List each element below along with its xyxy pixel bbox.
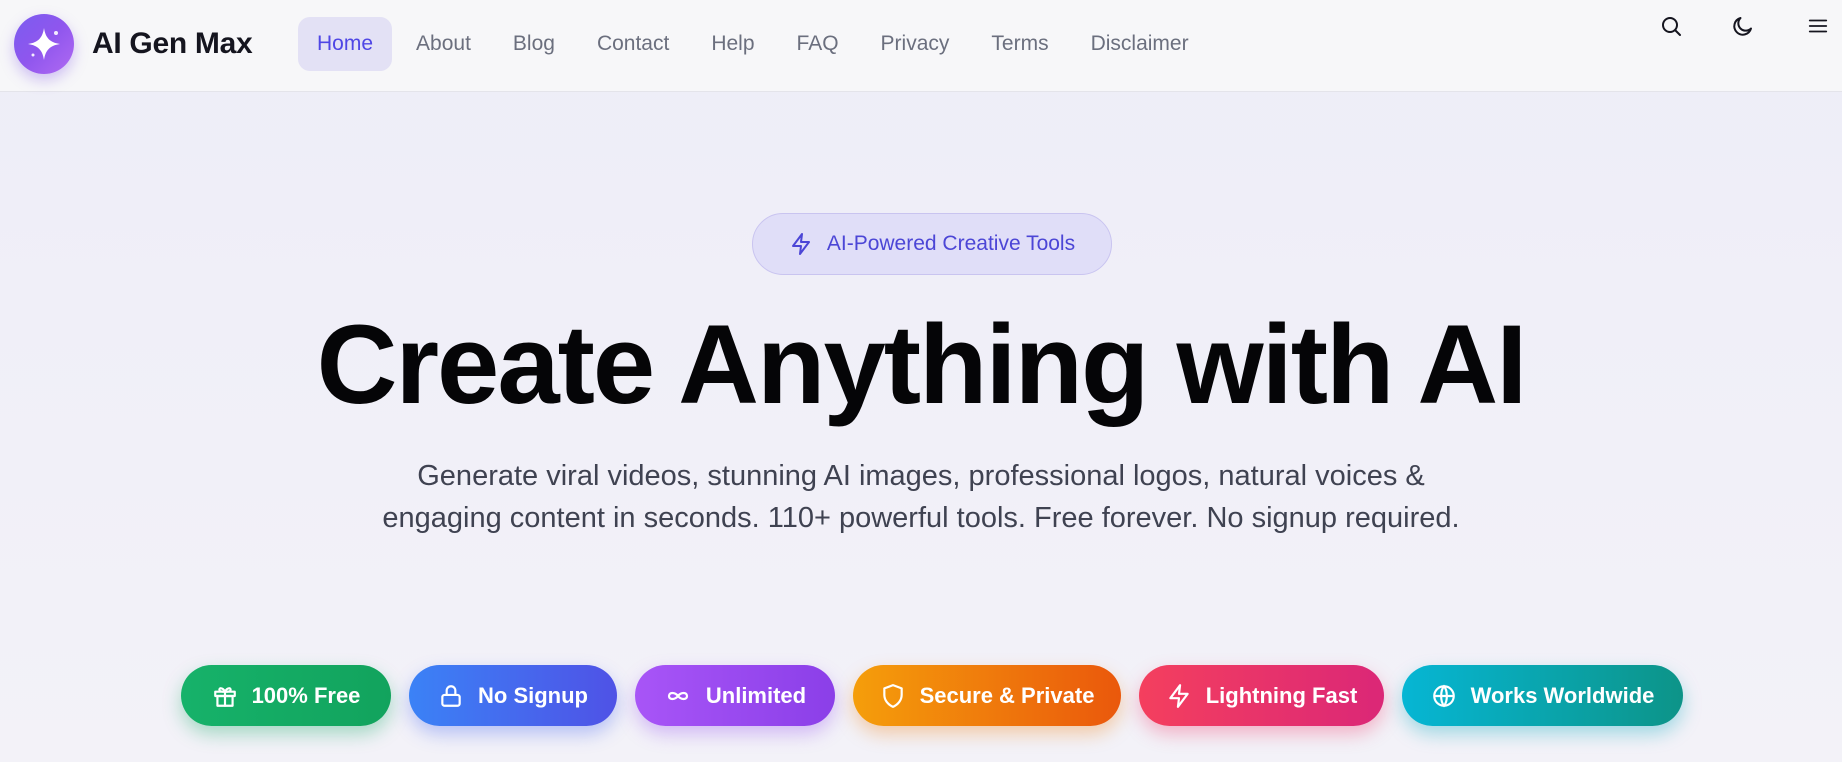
main-nav: Home About Blog Contact Help FAQ Privacy… <box>298 17 1213 71</box>
nav-disclaimer[interactable]: Disclaimer <box>1073 17 1207 71</box>
badge-label: Unlimited <box>705 682 807 708</box>
nav-faq[interactable]: FAQ <box>779 17 857 71</box>
badge-label: 100% Free <box>251 682 361 708</box>
nav-help[interactable]: Help <box>693 17 772 71</box>
shield-icon <box>882 683 903 708</box>
badge-label: Secure & Private <box>919 682 1095 708</box>
badge-free[interactable]: 100% Free <box>181 665 391 726</box>
search-icon[interactable] <box>1651 6 1691 46</box>
nav-privacy[interactable]: Privacy <box>863 17 968 71</box>
badge-no-signup[interactable]: No Signup <box>409 665 617 726</box>
badge-secure[interactable]: Secure & Private <box>853 665 1121 726</box>
hero-pill: AI-Powered Creative Tools <box>752 213 1112 275</box>
badge-unlimited[interactable]: Unlimited <box>635 665 835 726</box>
gift-icon <box>213 686 236 707</box>
badge-label: Lightning Fast <box>1205 682 1358 708</box>
brand-name: AI Gen Max <box>92 27 253 60</box>
nav-contact[interactable]: Contact <box>579 17 687 71</box>
menu-icon[interactable] <box>1798 6 1838 46</box>
site-header: AI Gen Max Home About Blog Contact Help … <box>0 0 1842 92</box>
lock-icon <box>441 684 461 707</box>
bolt-icon <box>791 233 810 255</box>
sparkle-logo-icon <box>14 14 74 74</box>
badge-label: Works Worldwide <box>1470 682 1655 708</box>
nav-home[interactable]: Home <box>298 17 393 71</box>
nav-about[interactable]: About <box>398 17 489 71</box>
hero-subtitle: Generate viral videos, stunning AI image… <box>382 460 1460 534</box>
brand-link[interactable]: AI Gen Max <box>14 14 253 74</box>
badge-worldwide[interactable]: Works Worldwide <box>1402 665 1683 726</box>
hero-pill-label: AI-Powered Creative Tools <box>826 232 1076 255</box>
moon-icon[interactable] <box>1723 6 1763 46</box>
infinity-icon <box>667 691 688 700</box>
feature-badges: 100% Free No Signup Unlimited Secure & P… <box>0 665 1842 726</box>
hero-title: Create Anything with AI <box>316 302 1528 427</box>
nav-blog[interactable]: Blog <box>495 17 573 71</box>
globe-icon <box>1432 684 1455 707</box>
bolt-icon <box>1168 683 1189 708</box>
nav-terms[interactable]: Terms <box>973 17 1066 71</box>
badge-fast[interactable]: Lightning Fast <box>1139 665 1384 726</box>
badge-label: No Signup <box>478 682 588 708</box>
